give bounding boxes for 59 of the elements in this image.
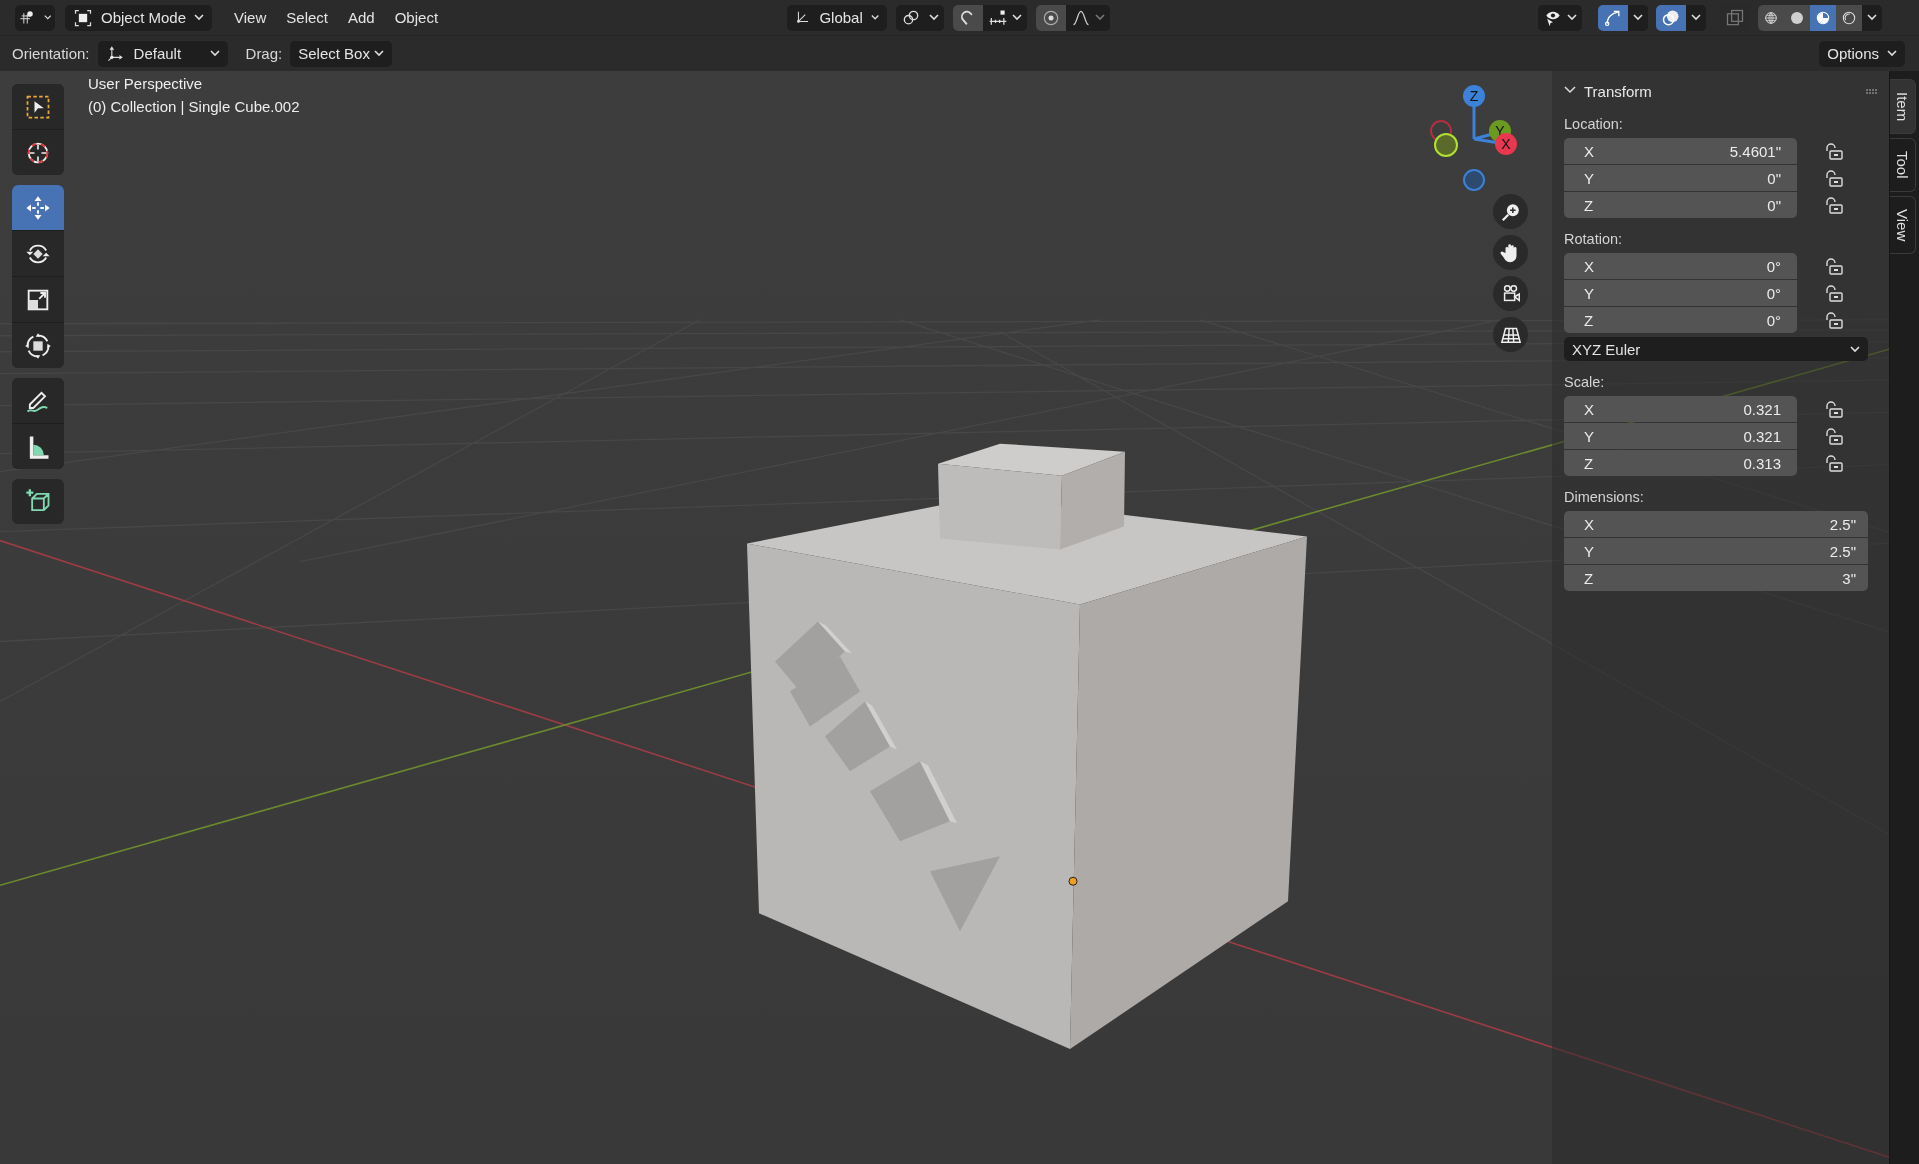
menu-item[interactable]: Select — [276, 4, 338, 31]
menu-item[interactable]: Object — [384, 4, 449, 31]
axis-label: Y — [1584, 542, 1594, 560]
field-value: 0° — [1766, 284, 1781, 302]
number-field[interactable]: Y 0° — [1564, 280, 1797, 306]
axis-label: X — [1584, 515, 1594, 533]
field-value: 0° — [1766, 311, 1781, 329]
field-value: 0.313 — [1743, 454, 1781, 472]
view-name: User Perspective — [88, 75, 204, 92]
menu-item[interactable]: View — [224, 4, 277, 31]
orientation-dropdown[interactable]: Default — [97, 40, 228, 67]
number-field[interactable]: Z 3" — [1564, 565, 1868, 591]
orientation-label: Orientation: — [12, 45, 90, 62]
menu-item[interactable]: Add — [338, 4, 385, 31]
z-axis-handle[interactable]: Z — [1463, 85, 1485, 107]
field-value: 0° — [1766, 257, 1781, 275]
rotation-mode-dropdown[interactable]: XYZ Euler — [1564, 337, 1868, 361]
section-label: Rotation: — [1564, 231, 1624, 247]
panel-title[interactable]: Transform — [1584, 82, 1858, 100]
sidebar-tab[interactable]: View — [1890, 195, 1916, 254]
field-value: 2.5" — [1829, 515, 1856, 533]
axis-label: Z — [1584, 311, 1594, 329]
number-field[interactable]: X 5.4601" — [1564, 138, 1797, 164]
section-label: Location: — [1564, 116, 1624, 132]
field-value: 0" — [1767, 196, 1781, 214]
axis-label: Y — [1584, 169, 1594, 187]
section-label: Scale: — [1564, 374, 1606, 390]
field-value: 0.321 — [1743, 400, 1781, 418]
axis-label: X — [1584, 257, 1594, 275]
mode-dropdown[interactable]: Object Mode — [65, 4, 213, 31]
section-label: Dimensions: — [1564, 489, 1645, 505]
axis-label: Y — [1584, 284, 1594, 302]
axis-label: X — [1584, 400, 1594, 418]
number-field[interactable]: Z 0" — [1564, 192, 1797, 218]
axis-label: Y — [1584, 427, 1594, 445]
axis-label: X — [1584, 142, 1594, 160]
object-info: (0) Collection | Single Cube.002 — [88, 98, 300, 115]
options-dropdown[interactable]: Options — [1819, 40, 1905, 67]
orientation-dropdown[interactable]: Global — [787, 4, 887, 31]
field-value: 0" — [1767, 169, 1781, 187]
field-value: 0.321 — [1743, 427, 1781, 445]
number-field[interactable]: Y 2.5" — [1564, 538, 1868, 564]
number-field[interactable]: Z 0° — [1564, 307, 1797, 333]
axis-label: Z — [1584, 454, 1594, 472]
number-field[interactable]: Y 0.321 — [1564, 423, 1797, 449]
number-field[interactable]: X 0° — [1564, 253, 1797, 279]
field-value: 5.4601" — [1729, 142, 1781, 160]
number-field[interactable]: X 0.321 — [1564, 396, 1797, 422]
number-field[interactable]: Y 0" — [1564, 165, 1797, 191]
axis-label: Z — [1584, 569, 1594, 587]
axis-label: Z — [1584, 196, 1594, 214]
sidebar-tab[interactable]: Tool — [1890, 138, 1916, 192]
field-value: 2.5" — [1829, 542, 1856, 560]
field-value: 3" — [1842, 569, 1856, 587]
number-field[interactable]: X 2.5" — [1564, 511, 1868, 537]
drag-label: Drag: — [245, 45, 283, 62]
number-field[interactable]: Z 0.313 — [1564, 450, 1797, 476]
drag-dropdown[interactable]: Select Box — [290, 40, 392, 67]
sidebar-tab[interactable]: Item — [1890, 79, 1916, 135]
